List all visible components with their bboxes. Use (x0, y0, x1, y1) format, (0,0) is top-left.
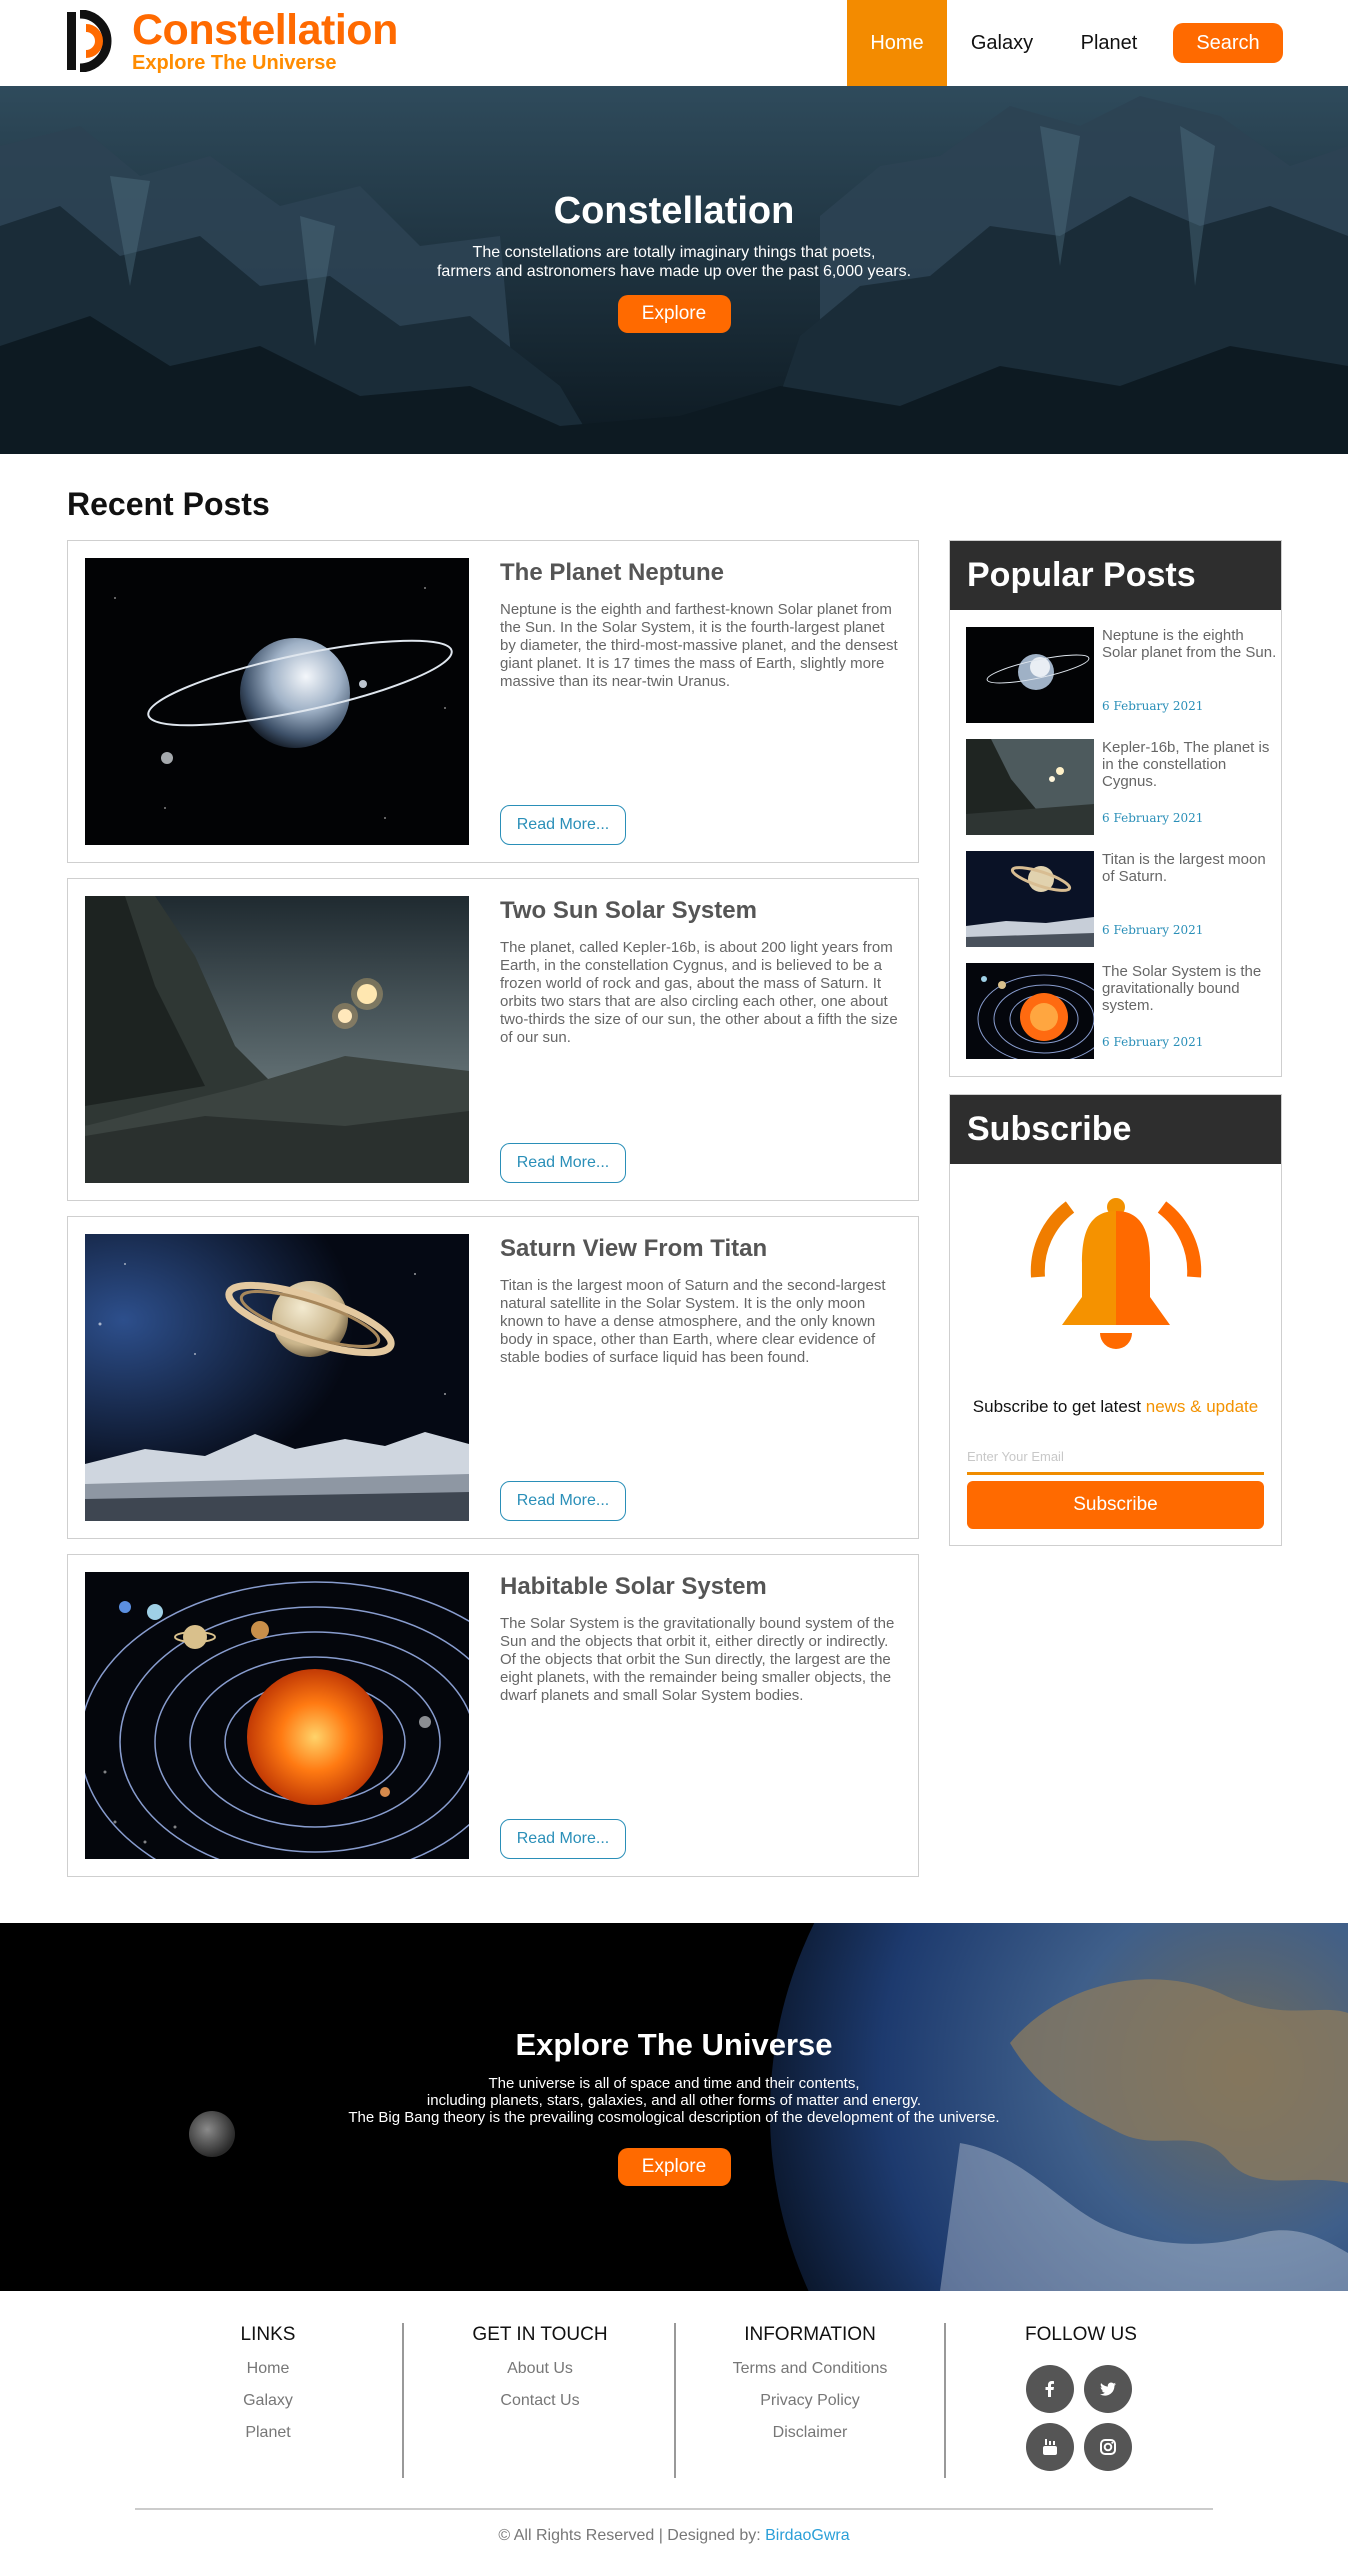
banner-text: The universe is all of space and time an… (0, 2075, 1348, 2126)
search-button[interactable]: Search (1173, 23, 1283, 63)
post-card: Habitable Solar System The Solar System … (67, 1554, 919, 1877)
popular-post-thumb[interactable] (966, 851, 1094, 947)
popular-post-item[interactable]: Kepler-16b, The planet is in the constel… (966, 739, 1276, 835)
post-title[interactable]: Saturn View From Titan (500, 1235, 767, 1263)
read-more-button[interactable]: Read More... (500, 1819, 626, 1859)
site-logo[interactable]: Constellation Explore The Universe (66, 8, 398, 74)
post-card: Two Sun Solar System The planet, called … (67, 878, 919, 1201)
subscribe-widget: Subscribe Subscribe to get latest news &… (949, 1094, 1282, 1546)
footer-links-heading: LINKS (240, 2324, 296, 2345)
subscribe-tagline: Subscribe to get latest news & update (950, 1397, 1281, 1417)
popular-post-text: The Solar System is the gravitationally … (1102, 963, 1262, 1014)
logo-mark-icon (67, 10, 112, 72)
popular-posts-heading: Popular Posts (950, 541, 1281, 610)
subscribe-button[interactable]: Subscribe (967, 1481, 1264, 1529)
hero-text-line: farmers and astronomers have made up ove… (436, 263, 912, 280)
read-more-button[interactable]: Read More... (500, 805, 626, 845)
post-excerpt: The Solar System is the gravitationally … (500, 1615, 895, 1704)
site-footer: LINKS Home Galaxy Planet GET IN TOUCH Ab… (0, 2291, 1348, 2561)
read-more-button[interactable]: Read More... (500, 1143, 626, 1183)
footer-contact-heading: GET IN TOUCH (472, 2324, 608, 2345)
subscribe-tagline-accent: news & update (1145, 1397, 1259, 1416)
post-image-two-suns[interactable] (85, 896, 469, 1183)
hero-explore-button[interactable]: Explore (617, 295, 731, 333)
popular-post-text: Kepler-16b, The planet is in the constel… (1102, 739, 1270, 790)
banner-text-line: including planets, stars, galaxies, and … (426, 2092, 922, 2109)
footer-info-heading: INFORMATION (744, 2324, 876, 2345)
post-card: The Planet Neptune Neptune is the eighth… (67, 540, 919, 863)
footer-link-terms[interactable]: Terms and Conditions (676, 2360, 944, 2378)
popular-post-date: 6 February 2021 (1102, 1035, 1204, 1049)
popular-post-thumb[interactable] (966, 963, 1094, 1059)
footer-link-contact[interactable]: Contact Us (406, 2392, 674, 2410)
facebook-icon[interactable] (1026, 2365, 1074, 2413)
post-excerpt: The planet, called Kepler-16b, is about … (500, 939, 898, 1046)
popular-post-date: 6 February 2021 (1102, 699, 1204, 713)
hero-banner: Constellation The constellations are tot… (0, 86, 1348, 454)
popular-post-text: Titan is the largest moon of Saturn. (1102, 851, 1266, 885)
footer-info-column: INFORMATION Terms and Conditions Privacy… (676, 2323, 946, 2478)
logo-title: Constellation (132, 6, 398, 54)
post-title[interactable]: The Planet Neptune (500, 559, 724, 587)
footer-link-about[interactable]: About Us (406, 2360, 674, 2378)
popular-post-thumb[interactable] (966, 739, 1094, 835)
footer-links-column: LINKS Home Galaxy Planet (134, 2323, 404, 2478)
main-nav: Home Galaxy Planet Search (847, 0, 1283, 86)
bell-icon (1030, 1198, 1202, 1349)
hero-text: The constellations are totally imaginary… (0, 243, 1348, 281)
youtube-icon[interactable] (1026, 2423, 1074, 2471)
banner-text-line: The universe is all of space and time an… (488, 2075, 860, 2092)
banner-title: Explore The Universe (515, 2027, 833, 2062)
hero-title: Constellation (553, 190, 795, 232)
post-image-neptune[interactable] (85, 558, 469, 845)
banner-text-line: The Big Bang theory is the prevailing co… (348, 2109, 1000, 2126)
explore-banner: Explore The Universe The universe is all… (0, 1923, 1348, 2291)
post-card: Saturn View From Titan Titan is the larg… (67, 1216, 919, 1539)
instagram-icon[interactable] (1084, 2423, 1132, 2471)
footer-link-home[interactable]: Home (134, 2360, 402, 2378)
popular-post-thumb[interactable] (966, 627, 1094, 723)
twitter-icon[interactable] (1084, 2365, 1132, 2413)
footer-link-disclaimer[interactable]: Disclaimer (676, 2424, 944, 2442)
footer-link-galaxy[interactable]: Galaxy (134, 2392, 402, 2410)
popular-post-date: 6 February 2021 (1102, 923, 1204, 937)
popular-post-item[interactable]: The Solar System is the gravitationally … (966, 963, 1276, 1059)
subscribe-heading: Subscribe (950, 1095, 1281, 1164)
subscribe-tagline-plain: Subscribe to get latest (972, 1397, 1146, 1416)
popular-post-date: 6 February 2021 (1102, 811, 1204, 825)
hero-text-line: The constellations are totally imaginary… (472, 244, 876, 261)
copyright-text: © All Rights Reserved | Designed by: Bir… (0, 2527, 1348, 2545)
site-header: Constellation Explore The Universe Home … (0, 0, 1348, 86)
footer-divider (135, 2508, 1213, 2510)
recent-posts-heading: Recent Posts (67, 486, 270, 522)
post-excerpt: Titan is the largest moon of Saturn and … (500, 1277, 886, 1366)
designer-link[interactable]: BirdaoGwra (765, 2527, 849, 2544)
post-image-solar-system[interactable] (85, 1572, 469, 1859)
read-more-button[interactable]: Read More... (500, 1481, 626, 1521)
popular-posts-widget: Popular Posts Neptune is the eighth Sola… (949, 540, 1282, 1077)
nav-home[interactable]: Home (847, 0, 947, 86)
nav-planet[interactable]: Planet (1057, 0, 1161, 86)
logo-tagline: Explore The Universe (132, 52, 337, 74)
footer-link-privacy[interactable]: Privacy Policy (676, 2392, 944, 2410)
footer-contact-column: GET IN TOUCH About Us Contact Us (406, 2323, 676, 2478)
copyright-label: © All Rights Reserved | Designed by: (498, 2527, 766, 2544)
popular-post-text: Neptune is the eighth Solar planet from … (1102, 627, 1277, 661)
post-excerpt: Neptune is the eighth and farthest-known… (500, 601, 898, 690)
footer-link-planet[interactable]: Planet (134, 2424, 402, 2442)
footer-follow-heading: FOLLOW US (1025, 2324, 1137, 2345)
footer-follow-column: FOLLOW US (946, 2323, 1216, 2478)
post-title[interactable]: Two Sun Solar System (500, 897, 757, 925)
email-field[interactable] (967, 1441, 1264, 1475)
post-title[interactable]: Habitable Solar System (500, 1573, 767, 1601)
banner-explore-button[interactable]: Explore (617, 2148, 731, 2186)
nav-galaxy[interactable]: Galaxy (947, 0, 1057, 86)
post-image-saturn[interactable] (85, 1234, 469, 1521)
popular-post-item[interactable]: Titan is the largest moon of Saturn. 6 F… (966, 851, 1276, 947)
popular-post-item[interactable]: Neptune is the eighth Solar planet from … (966, 627, 1276, 723)
